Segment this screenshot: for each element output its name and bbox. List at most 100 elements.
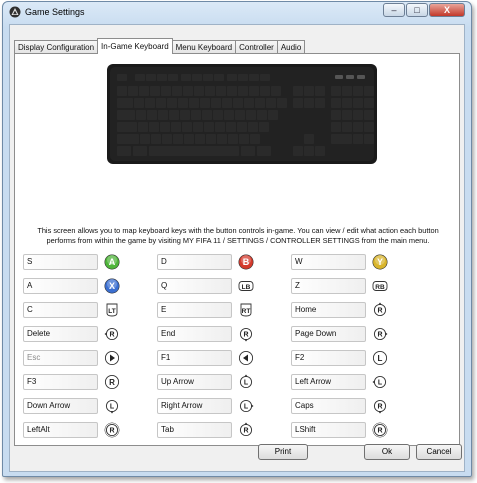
keyboard-key: [191, 110, 201, 120]
keyboard-key: [246, 110, 256, 120]
key-field[interactable]: W: [291, 254, 366, 270]
key-field[interactable]: F3: [23, 374, 98, 390]
key-field[interactable]: Home: [291, 302, 366, 318]
key-field[interactable]: Page Down: [291, 326, 366, 342]
title-bar[interactable]: Game Settings – □ X: [3, 2, 471, 24]
key-field[interactable]: LeftAlt: [23, 422, 98, 438]
binding-row: Delete R: [23, 326, 123, 343]
keyboard-key: [244, 98, 254, 108]
keyboard-key: [238, 86, 248, 96]
key-field[interactable]: Delete: [23, 326, 98, 342]
keyboard-key: [138, 122, 148, 132]
keyboard-key: [172, 86, 182, 96]
binding-row: Right Arrow L: [157, 398, 257, 415]
right-stick-right-icon: R: [373, 327, 388, 341]
keyboard-key: [134, 98, 144, 108]
binding-row: DB: [157, 254, 257, 271]
keyboard-key: [156, 98, 166, 108]
keyboard-key: [117, 110, 135, 120]
in-game-keyboard-panel: This screen allows you to map keyboard k…: [14, 53, 460, 446]
key-field[interactable]: C: [23, 302, 98, 318]
button-x-icon: X: [104, 278, 120, 294]
keyboard-key: [304, 146, 314, 156]
tab-menu-keyboard[interactable]: Menu Keyboard: [171, 40, 237, 54]
keyboard-key: [257, 146, 271, 156]
key-field[interactable]: LShift: [291, 422, 366, 438]
key-field[interactable]: F2: [291, 350, 366, 366]
keyboard-key: [342, 98, 352, 108]
keyboard-key: [180, 110, 190, 120]
tab-in-game-keyboard[interactable]: In-Game Keyboard: [97, 38, 173, 54]
svg-text:R: R: [109, 428, 114, 435]
keyboard-key: [315, 146, 325, 156]
keyboard-key: [293, 86, 303, 96]
key-field[interactable]: Right Arrow: [157, 398, 232, 414]
keyboard-key: [277, 98, 287, 108]
key-field[interactable]: End: [157, 326, 232, 342]
keyboard-key: [128, 86, 138, 96]
binding-row: Page Down R: [291, 326, 391, 343]
maximize-button[interactable]: □: [406, 3, 428, 17]
key-field[interactable]: Tab: [157, 422, 232, 438]
binding-row: LShift R: [291, 422, 391, 439]
key-field[interactable]: Z: [291, 278, 366, 294]
key-field[interactable]: Caps: [291, 398, 366, 414]
svg-text:R: R: [377, 428, 382, 435]
keyboard-key: [342, 86, 352, 96]
close-button[interactable]: X: [429, 3, 465, 17]
keyboard-key: [149, 146, 239, 156]
keyboard-key: [228, 134, 238, 144]
lt-trigger-icon: LT: [106, 303, 118, 317]
key-field[interactable]: A: [23, 278, 98, 294]
keyboard-key: [239, 134, 249, 144]
dialog-body: Display Configuration In-Game Keyboard M…: [9, 24, 465, 472]
keyboard-key: [147, 110, 157, 120]
keyboard-key: [206, 134, 216, 144]
window-controls: – □ X: [382, 3, 465, 17]
svg-text:LT: LT: [108, 308, 115, 315]
binding-row: C LT: [23, 302, 123, 319]
key-field[interactable]: E: [157, 302, 232, 318]
binding-row: Home R: [291, 302, 391, 319]
keyboard-key: [342, 110, 352, 120]
keyboard-key: [353, 98, 363, 108]
keyboard-key: [266, 98, 276, 108]
svg-text:Y: Y: [377, 257, 383, 267]
keyboard-key: [167, 98, 177, 108]
keyboard-key: [117, 122, 137, 132]
left-stick-left-icon: L: [372, 375, 387, 389]
ok-button[interactable]: Ok: [364, 444, 410, 460]
keyboard-key: [315, 86, 325, 96]
key-field[interactable]: S: [23, 254, 98, 270]
svg-text:RB: RB: [375, 284, 385, 291]
key-field[interactable]: Down Arrow: [23, 398, 98, 414]
keyboard-key: [364, 98, 374, 108]
tab-audio[interactable]: Audio: [276, 40, 306, 54]
left-stick-up-icon: L: [239, 374, 253, 389]
key-field[interactable]: Left Arrow: [291, 374, 366, 390]
start-button-icon: [104, 350, 120, 366]
key-field[interactable]: D: [157, 254, 232, 270]
instructions-line-2: performs from within the game by visitin…: [46, 236, 430, 245]
keyboard-key: [194, 86, 204, 96]
key-field[interactable]: Esc: [23, 350, 98, 366]
cancel-button[interactable]: Cancel: [416, 444, 462, 460]
key-field[interactable]: F1: [157, 350, 232, 366]
keyboard-key: [161, 86, 171, 96]
print-button[interactable]: Print: [258, 444, 308, 460]
tab-controller[interactable]: Controller: [235, 40, 278, 54]
binding-row: Esc: [23, 350, 123, 367]
binding-row: F1: [157, 350, 257, 367]
keyboard-key: [237, 122, 247, 132]
keyboard-key: [149, 122, 159, 132]
keyboard-key: [173, 134, 183, 144]
tab-display-configuration[interactable]: Display Configuration: [14, 40, 99, 54]
key-field[interactable]: Q: [157, 278, 232, 294]
svg-text:X: X: [109, 281, 115, 291]
svg-text:R: R: [243, 428, 248, 435]
keyboard-key: [331, 134, 352, 144]
keyboard-key: [117, 74, 127, 81]
svg-text:RT: RT: [242, 308, 251, 315]
minimize-button[interactable]: –: [383, 3, 405, 17]
key-field[interactable]: Up Arrow: [157, 374, 232, 390]
